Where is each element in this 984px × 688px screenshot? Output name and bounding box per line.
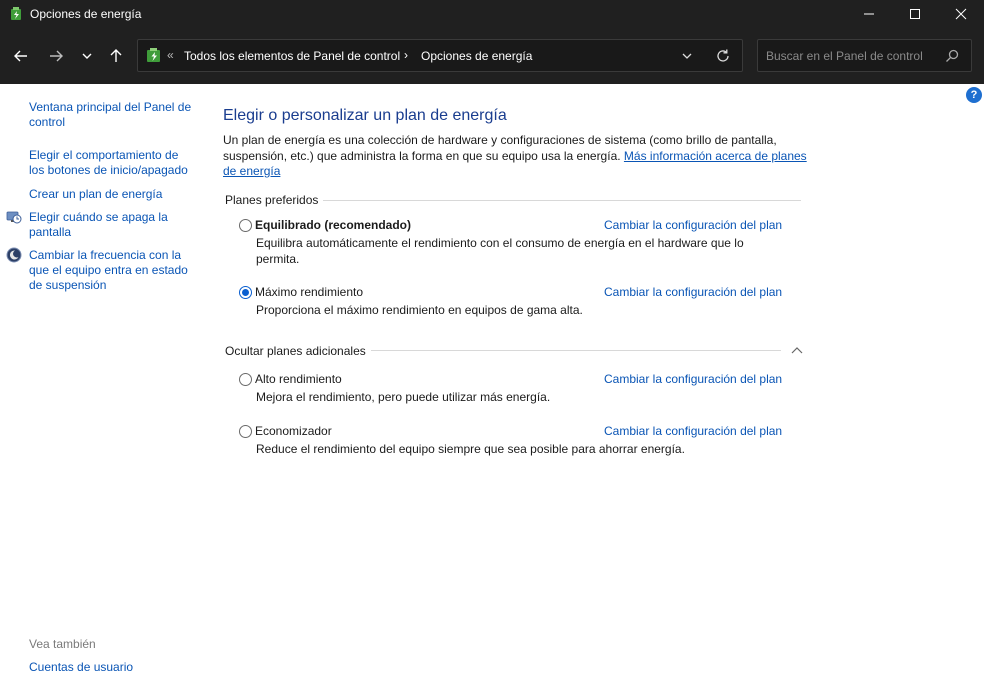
chevron-down-icon — [82, 53, 92, 59]
change-plan-link-ultimate-performance[interactable]: Cambiar la configuración del plan — [604, 285, 782, 299]
sidebar: Ventana principal del Panel de control E… — [0, 84, 200, 688]
title-bar: Opciones de energía — [0, 0, 984, 28]
address-dropdown-icon[interactable] — [679, 48, 695, 64]
search-input[interactable]: Buscar en el Panel de control — [766, 49, 923, 63]
plan-description-ultimate-performance: Proporciona el máximo rendimiento en equ… — [256, 303, 583, 317]
plan-description-power-saver: Reduce el rendimiento del equipo siempre… — [256, 442, 685, 456]
search-icon[interactable] — [944, 48, 960, 64]
section-divider — [371, 350, 781, 351]
chevron-up-icon[interactable] — [790, 345, 804, 355]
breadcrumb-control-panel[interactable]: Todos los elementos de Panel de control — [184, 49, 400, 63]
search-box[interactable]: Buscar en el Panel de control — [757, 39, 972, 72]
change-plan-link-high-performance[interactable]: Cambiar la configuración del plan — [604, 372, 782, 386]
forward-button[interactable] — [44, 44, 68, 68]
arrow-up-icon — [110, 49, 122, 62]
preferred-plans-heading: Planes preferidos — [225, 193, 319, 207]
plan-name-ultimate-performance[interactable]: Máximo rendimiento — [255, 285, 363, 299]
change-plan-link-power-saver[interactable]: Cambiar la configuración del plan — [604, 424, 782, 438]
arrow-right-icon — [50, 50, 63, 62]
sidebar-link-user-accounts[interactable]: Cuentas de usuario — [29, 660, 133, 675]
plan-name-high-performance[interactable]: Alto rendimiento — [255, 372, 342, 386]
additional-plans-toggle[interactable]: Ocultar planes adicionales — [225, 344, 366, 358]
section-divider — [323, 200, 801, 201]
plan-name-balanced[interactable]: Equilibrado (recomendado) — [255, 218, 411, 232]
help-icon[interactable]: ? — [966, 87, 982, 103]
up-button[interactable] — [104, 44, 128, 68]
sidebar-link-control-panel-home[interactable]: Ventana principal del Panel de control — [29, 100, 194, 130]
sidebar-link-display-off[interactable]: Elegir cuándo se apaga la pantalla — [29, 210, 194, 240]
close-button[interactable] — [938, 0, 984, 28]
plan-name-power-saver[interactable]: Economizador — [255, 424, 332, 438]
sleep-moon-icon — [6, 247, 22, 263]
back-button[interactable] — [9, 44, 33, 68]
radio-plan-high-performance[interactable] — [239, 373, 252, 386]
sidebar-link-create-plan[interactable]: Crear un plan de energía — [29, 187, 194, 202]
maximize-button[interactable] — [892, 0, 938, 28]
breadcrumb-power-options[interactable]: Opciones de energía — [421, 49, 532, 63]
intro-paragraph: Un plan de energía es una colección de h… — [223, 133, 813, 180]
display-clock-icon — [6, 211, 22, 224]
plan-description-high-performance: Mejora el rendimiento, pero puede utiliz… — [256, 390, 551, 404]
recent-locations-button[interactable] — [75, 44, 99, 68]
arrow-left-icon — [14, 50, 27, 62]
radio-plan-power-saver[interactable] — [239, 425, 252, 438]
minimize-button[interactable] — [846, 0, 892, 28]
address-bar[interactable]: « Todos los elementos de Panel de contro… — [137, 39, 743, 72]
breadcrumb-overflow-icon[interactable]: « — [167, 48, 174, 62]
see-also-title: Vea también — [29, 637, 96, 651]
breadcrumb-separator-icon[interactable]: › — [404, 48, 408, 62]
radio-plan-balanced[interactable] — [239, 219, 252, 232]
change-plan-link-balanced[interactable]: Cambiar la configuración del plan — [604, 218, 782, 232]
navigation-toolbar: « Todos los elementos de Panel de contro… — [0, 28, 984, 84]
refresh-icon[interactable] — [715, 48, 731, 64]
close-icon — [955, 8, 967, 20]
page-title: Elegir o personalizar un plan de energía — [223, 107, 507, 124]
minimize-icon — [864, 13, 874, 15]
radio-plan-ultimate-performance[interactable] — [239, 286, 252, 299]
power-options-icon — [11, 7, 21, 20]
control-panel-icon — [147, 48, 160, 62]
plan-description-balanced: Equilibra automáticamente el rendimiento… — [256, 236, 744, 266]
maximize-icon — [910, 9, 920, 19]
sidebar-link-power-buttons[interactable]: Elegir el comportamiento de los botones … — [29, 148, 197, 178]
sidebar-link-sleep[interactable]: Cambiar la frecuencia con la que el equi… — [29, 248, 194, 293]
window-title: Opciones de energía — [30, 7, 142, 21]
